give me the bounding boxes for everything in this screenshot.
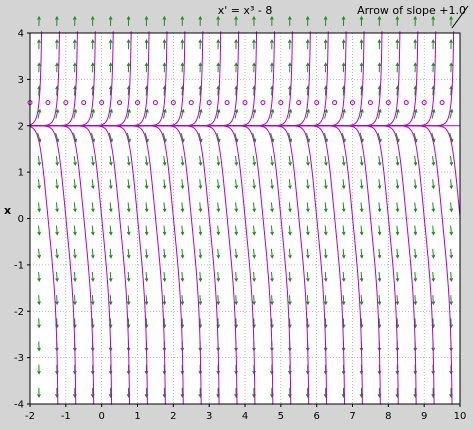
slope-arrow <box>449 15 453 26</box>
y-tick-label: -3 <box>14 353 24 364</box>
y-axis-label: x <box>4 204 11 217</box>
direction-field-window: -2 -1 0 1 2 3 4 5 6 7 8 9 10 4 3 2 1 0 -1 -2 -3 -4 x' = x³ -… <box>0 0 474 430</box>
slope-arrow <box>431 15 436 26</box>
x-tick-label: -2 <box>25 411 35 422</box>
x-tick-label: 7 <box>349 411 355 422</box>
slope-arrow <box>323 15 328 26</box>
slope-arrow <box>72 15 77 26</box>
y-tick-label: -4 <box>14 400 24 411</box>
x-tick-label: 3 <box>206 411 212 422</box>
slope-arrow <box>270 15 274 26</box>
x-tick-label: 9 <box>421 411 427 422</box>
y-tick-label: 0 <box>18 214 24 225</box>
x-tick-label: 8 <box>385 411 391 422</box>
y-axis-ticks: 4 3 2 1 0 -1 -2 -3 -4 <box>14 29 30 411</box>
slope-arrow <box>37 15 41 26</box>
slope-arrow <box>341 15 346 26</box>
slope-arrow <box>180 15 185 26</box>
y-tick-label: -2 <box>14 307 24 318</box>
slope-arrow <box>413 15 418 26</box>
x-tick-label: 2 <box>170 411 176 422</box>
slope-arrow <box>162 15 167 26</box>
y-tick-label: 1 <box>18 168 24 179</box>
y-tick-label: -1 <box>14 260 24 271</box>
slope-annotation: Arrow of slope +1.0 <box>357 4 466 17</box>
x-axis-ticks: -2 -1 0 1 2 3 4 5 6 7 8 9 10 <box>25 404 466 422</box>
equation-title: x' = x³ - 8 <box>218 4 273 17</box>
x-tick-label: 0 <box>98 411 104 422</box>
x-tick-label: 4 <box>242 411 248 422</box>
x-tick-label: -1 <box>61 411 71 422</box>
x-tick-label: 1 <box>134 411 140 422</box>
slope-arrow <box>90 15 95 26</box>
x-tick-label: 10 <box>454 411 467 422</box>
y-tick-label: 2 <box>18 121 24 132</box>
slope-arrow <box>144 15 149 26</box>
direction-field-plot: -2 -1 0 1 2 3 4 5 6 7 8 9 10 43210-1-2-3-4 x' = x³ -… <box>4 4 469 422</box>
slope-arrow <box>55 15 59 26</box>
slope-arrow <box>126 15 131 26</box>
slope-arrow <box>359 15 364 26</box>
y-tick-label: 3 <box>18 75 24 86</box>
slope-arrow <box>108 15 113 26</box>
slope-arrow <box>395 15 400 26</box>
slope-arrow <box>198 15 203 26</box>
slope-arrow <box>252 15 256 26</box>
slope-arrow <box>234 15 238 26</box>
slope-arrow <box>305 15 310 26</box>
slope-arrow <box>377 15 382 26</box>
x-tick-label: 6 <box>313 411 319 422</box>
slope-arrow <box>216 15 221 26</box>
x-tick-label: 5 <box>278 411 284 422</box>
slope-arrow <box>287 15 292 26</box>
y-tick-label: 4 <box>18 29 24 40</box>
